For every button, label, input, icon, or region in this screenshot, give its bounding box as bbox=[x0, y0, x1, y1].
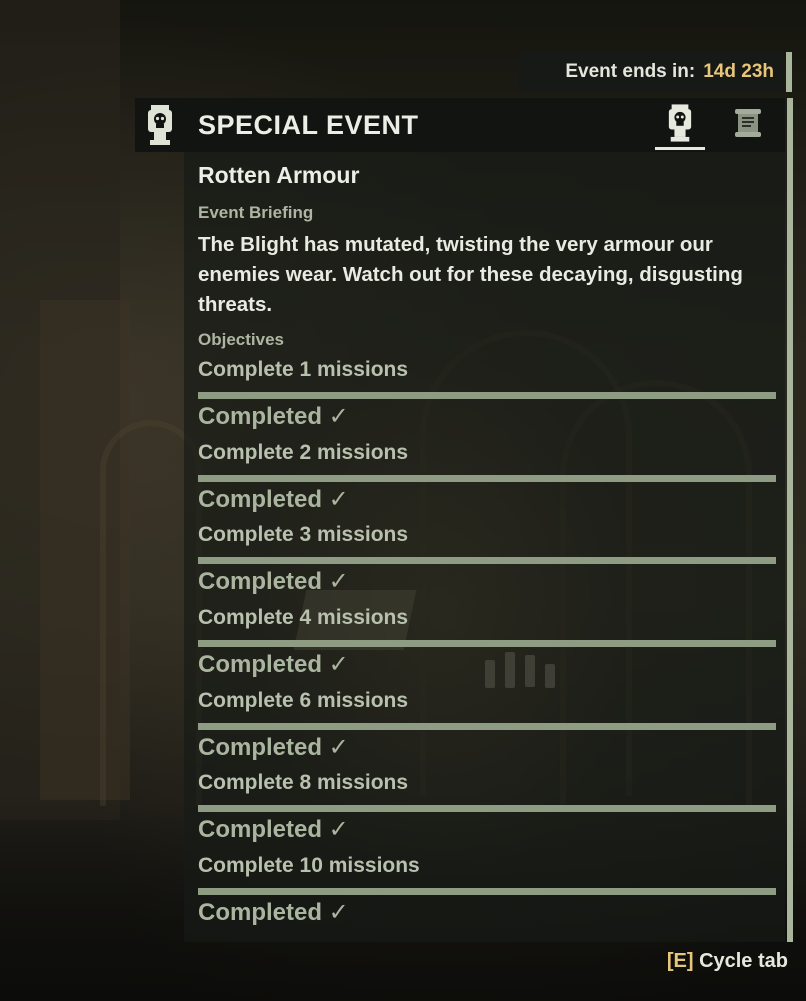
event-panel: Rotten Armour Event Briefing The Blight … bbox=[184, 152, 793, 942]
objective-progress-bar bbox=[198, 888, 776, 896]
objective-item: Complete 10 missions Completed ✓ bbox=[198, 854, 776, 937]
objective-status: Completed ✓ bbox=[198, 568, 349, 596]
objective-item: Complete 6 missions Completed ✓ bbox=[198, 689, 776, 772]
objective-progress-bar bbox=[198, 805, 776, 813]
objective-status: Completed ✓ bbox=[198, 403, 349, 430]
briefing-label: Event Briefing bbox=[198, 203, 314, 222]
objective-item: Complete 3 missions Completed ✓ bbox=[198, 523, 776, 606]
background-shelf bbox=[40, 300, 130, 800]
panel-edge bbox=[787, 152, 793, 942]
skull-pillar-icon bbox=[667, 103, 693, 148]
objective-item: Complete 4 missions Completed ✓ bbox=[198, 606, 776, 689]
event-name: Rotten Armour bbox=[198, 162, 360, 188]
panel-edge bbox=[786, 52, 792, 92]
objective-status: Completed ✓ bbox=[198, 485, 349, 513]
cycle-tab-label: Cycle tab bbox=[699, 950, 788, 972]
objective-status: Completed ✓ bbox=[198, 816, 349, 844]
objective-progress-bar bbox=[198, 722, 776, 730]
tab-event[interactable] bbox=[655, 98, 705, 152]
page-title: SPECIAL EVENT bbox=[198, 109, 419, 140]
objective-item: Complete 8 missions Completed ✓ bbox=[198, 771, 776, 854]
briefing-text: The Blight has mutated, twisting the ver… bbox=[198, 233, 743, 316]
skull-pillar-icon bbox=[135, 104, 185, 146]
objective-item: Complete 1 missions Completed ✓ bbox=[198, 358, 776, 441]
event-tabs bbox=[655, 98, 773, 152]
event-timer: Event ends in: 14d 23h bbox=[518, 52, 792, 92]
objective-progress-bar bbox=[198, 392, 776, 399]
timer-label: Event ends in: bbox=[565, 61, 696, 82]
objective-name: Complete 1 missions bbox=[198, 358, 409, 381]
objectives-list: Complete 1 missions Completed ✓ Complete… bbox=[198, 358, 776, 937]
panel-edge bbox=[787, 98, 793, 152]
background-pillar bbox=[0, 0, 120, 820]
objective-name: Complete 2 missions bbox=[198, 440, 409, 464]
scroll-icon bbox=[735, 107, 761, 144]
cycle-tab-hint[interactable]: [E] Cycle tab bbox=[667, 950, 788, 973]
event-header: SPECIAL EVENT bbox=[135, 98, 793, 152]
objective-status: Completed ✓ bbox=[198, 651, 349, 679]
objective-name: Complete 6 missions bbox=[198, 688, 409, 712]
objectives-label: Objectives bbox=[198, 330, 284, 349]
tab-scroll[interactable] bbox=[723, 98, 773, 152]
objective-progress-bar bbox=[198, 557, 776, 565]
objective-name: Complete 4 missions bbox=[198, 606, 409, 630]
objective-progress-bar bbox=[198, 640, 776, 648]
objective-name: Complete 10 missions bbox=[198, 854, 420, 878]
objective-status: Completed ✓ bbox=[198, 733, 349, 761]
objective-name: Complete 3 missions bbox=[198, 523, 409, 547]
timer-value: 14d 23h bbox=[703, 61, 774, 82]
objective-progress-bar bbox=[198, 474, 776, 482]
keybind-e: [E] bbox=[666, 950, 694, 972]
objective-name: Complete 8 missions bbox=[198, 771, 409, 795]
objective-status: Completed ✓ bbox=[198, 899, 349, 927]
objective-item: Complete 2 missions Completed ✓ bbox=[198, 441, 776, 524]
